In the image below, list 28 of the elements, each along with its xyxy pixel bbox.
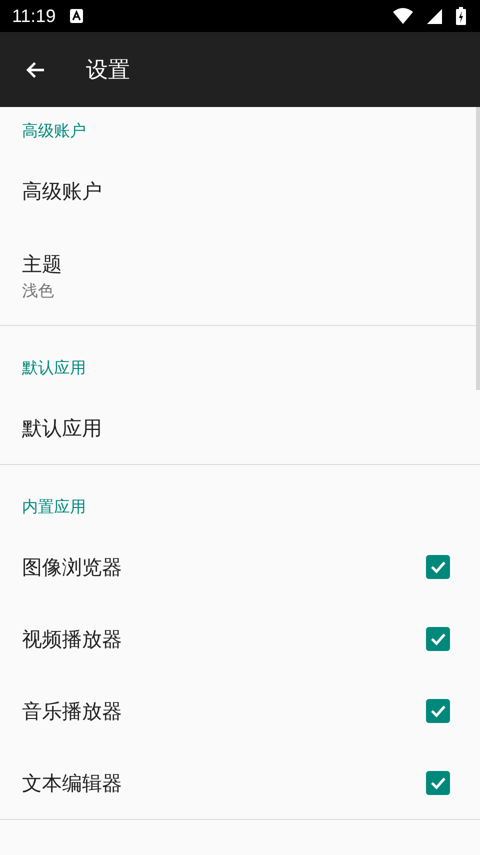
section-header: 内置应用 — [22, 496, 86, 518]
settings-item[interactable]: 文本编辑器 — [0, 747, 480, 819]
wifi-icon — [393, 8, 413, 24]
item-title: 主题 — [22, 251, 63, 277]
signal-icon — [427, 8, 442, 24]
item-title: 文本编辑器 — [22, 770, 123, 796]
settings-item[interactable]: 默认应用 — [0, 392, 480, 464]
status-time: 11:19 — [12, 6, 56, 26]
checkbox[interactable] — [426, 627, 450, 651]
settings-item[interactable]: 图像浏览器 — [0, 531, 480, 603]
settings-item[interactable]: 主题 浅色 — [0, 227, 480, 325]
notification-icon — [70, 9, 83, 23]
screen-title: 设置 — [86, 56, 130, 84]
settings-item[interactable]: 音乐播放器 — [0, 675, 480, 747]
item-title: 图像浏览器 — [22, 554, 123, 580]
battery-icon — [456, 7, 466, 25]
item-title: 默认应用 — [22, 415, 103, 441]
checkbox[interactable] — [426, 699, 450, 723]
item-title: 音乐播放器 — [22, 698, 123, 724]
item-summary: 浅色 — [22, 280, 55, 302]
settings-item[interactable]: 视频播放器 — [0, 603, 480, 675]
checkbox[interactable] — [426, 555, 450, 579]
item-title: 高级账户 — [22, 178, 103, 204]
section-header: 高级账户 — [22, 120, 86, 142]
section-header: 默认应用 — [22, 358, 86, 378]
item-title: 视频播放器 — [22, 626, 123, 652]
settings-item[interactable]: 高级账户 — [0, 155, 480, 227]
checkbox[interactable] — [426, 771, 450, 795]
